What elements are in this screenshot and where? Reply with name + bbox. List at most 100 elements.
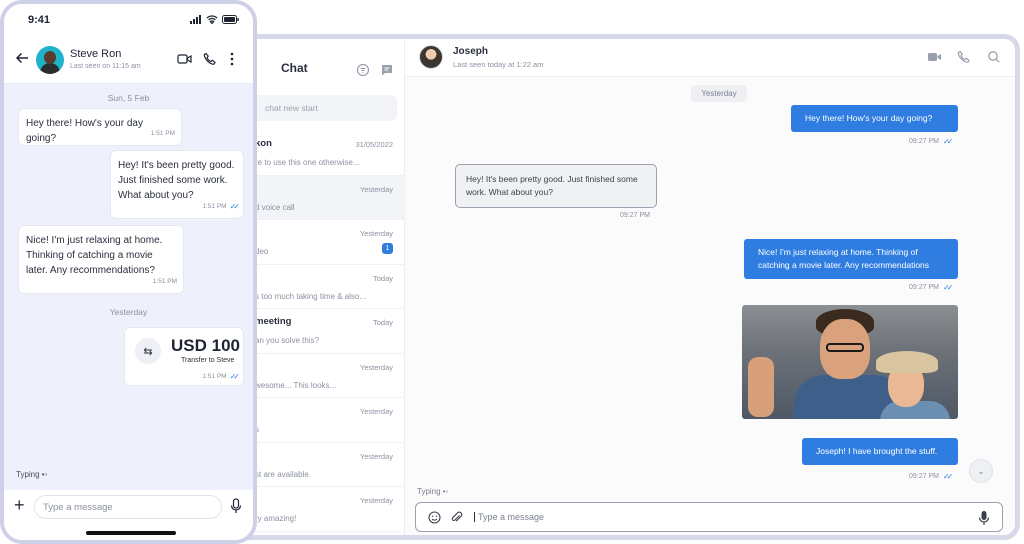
scroll-down-button[interactable]: ⌄ (969, 459, 993, 483)
chat-item-date: 31/05/2022 (355, 140, 393, 149)
chat-item-preview: re to use this one otherwise... (255, 158, 360, 167)
chat-item-preview: st are available. (255, 469, 312, 479)
avatar[interactable] (419, 45, 443, 69)
chat-item-date: Yesterday (359, 407, 393, 416)
message-time-text: 1:51 PM (202, 373, 227, 380)
chat-list-item[interactable]: d voice call Yesterday (237, 175, 405, 220)
message-time-text: 1:51 PM (202, 203, 227, 210)
chat-item-date: Yesterday (359, 362, 393, 372)
attach-icon[interactable] (450, 511, 463, 524)
incoming-message: Hey there! How's your day going? 1:51 PM (18, 108, 182, 146)
mobile-chat-actions (177, 52, 243, 66)
chat-list-panel: Chat chat new start kon re to use this o… (237, 39, 405, 535)
day-separator: Yesterday (109, 307, 148, 317)
mic-icon[interactable] (230, 498, 242, 514)
conversation-header: Joseph Last seen today at 1:22 am (405, 39, 1015, 77)
stage: Chat chat new start kon re to use this o… (0, 0, 1024, 544)
video-icon[interactable] (177, 52, 192, 66)
chat-list-item[interactable]: deo Yesterday 1 (237, 220, 405, 265)
chat-item-preview: wesome... This looks... (255, 380, 337, 390)
mic-icon[interactable] (978, 510, 990, 526)
transfer-amount: USD 100 (171, 336, 240, 355)
chat-list-item[interactable]: wesome... This looks... Yesterday (237, 354, 405, 398)
message-text: Nice! I'm just relaxing at home. Thinkin… (26, 235, 163, 276)
message-time: 09:27 PM ✓✓ (909, 137, 954, 146)
chat-list-item[interactable]: l s Yesterday (237, 398, 405, 443)
typing-label: Typing (417, 487, 441, 496)
outgoing-message: Hey! It's been pretty good. Just finishe… (110, 150, 244, 219)
image-attachment[interactable] (742, 305, 958, 419)
transfer-description: Transfer to Steve (181, 357, 235, 364)
chat-item-preview: deo (255, 247, 269, 256)
home-indicator (86, 531, 176, 535)
chat-list-item[interactable]: kon re to use this one otherwise... 31/0… (237, 131, 405, 176)
message-input[interactable]: Type a message (34, 495, 222, 519)
incoming-message: Hey! It's been pretty good. Just finishe… (455, 164, 657, 208)
chat-item-preview: s (255, 425, 259, 434)
message-time-text: 1:51 PM (150, 130, 175, 137)
message-time: 1:51 PM (151, 126, 175, 141)
outgoing-message: Hey there! How's your day going? (791, 105, 958, 132)
message-time: 1:51 PM (153, 274, 177, 289)
message-text: Hey there! How's your day going? (26, 118, 143, 144)
transfer-card[interactable]: ⇆ USD 100 Transfer to Steve 1:51 PM ✓✓ (124, 327, 244, 386)
message-time: 09:27 PM ✓✓ (909, 283, 954, 292)
message-time: 1:51 PM ✓✓ (202, 199, 240, 214)
chat-list-item[interactable]: ry amazing! Yesterday (237, 487, 405, 532)
contact-status: Last seen on 11:15 am (70, 63, 141, 70)
outgoing-message: Joseph! I have brought the stuff. (802, 438, 958, 465)
message-time: 09:27 PM (620, 212, 650, 219)
mobile-phone: 9:41 Steve Ron Last seen on 11:15 am Sun… (0, 0, 257, 544)
message-time-text: 09:27 PM (620, 212, 650, 219)
chat-item-preview: d voice call (255, 202, 295, 212)
message-time-text: 1:51 PM (152, 278, 177, 285)
chat-item-date: Yesterday (359, 229, 393, 238)
chat-item-date: Today (372, 318, 393, 327)
contact-name: Joseph (453, 46, 489, 57)
read-check-icon: ✓✓ (229, 372, 241, 381)
phone-icon[interactable] (957, 50, 971, 64)
input-placeholder: Type a message (43, 502, 113, 513)
message-time-text: 09:27 PM (909, 473, 939, 480)
chevron-down-icon: ⌄ (977, 465, 985, 476)
chat-list-item[interactable]: s too much taking time & also... Today (237, 265, 405, 309)
avatar[interactable] (36, 46, 64, 74)
chat-search-input[interactable]: chat new start (243, 95, 397, 121)
chat-item-preview: s too much taking time & also... (255, 291, 367, 301)
chat-list-item[interactable]: meeting an you solve this? Today (237, 309, 405, 354)
message-time-text: 09:27 PM (909, 284, 939, 291)
desktop-window: Chat chat new start kon re to use this o… (232, 34, 1020, 540)
day-separator: Sun, 5 Feb (107, 93, 150, 103)
chat-list-item[interactable]: st are available. Yesterday (237, 443, 405, 487)
status-icons (190, 15, 239, 24)
outgoing-message: Nice! I'm just relaxing at home. Thinkin… (744, 239, 958, 279)
status-bar: 9:41 (4, 4, 253, 38)
chat-item-date: Yesterday (359, 451, 393, 461)
emoji-icon[interactable] (428, 511, 441, 524)
filter-icon[interactable] (356, 63, 370, 77)
signal-icon (190, 15, 201, 24)
typing-label: Typing (16, 470, 40, 479)
chat-item-date: Today (372, 273, 393, 283)
message-time: 1:51 PM ✓✓ (202, 372, 241, 381)
video-icon[interactable] (927, 50, 941, 64)
search-icon[interactable] (987, 50, 1001, 64)
chat-list-actions (356, 63, 394, 77)
phone-icon[interactable] (203, 52, 217, 66)
search-placeholder: chat new start (265, 103, 318, 113)
mobile-input-bar: + Type a message (4, 490, 253, 540)
chat-list-title: Chat (281, 61, 308, 75)
more-icon[interactable] (229, 52, 243, 66)
conversation-actions (927, 50, 1001, 64)
conversation-panel: Joseph Last seen today at 1:22 am Yester… (405, 39, 1015, 535)
chat-item-date: Yesterday (359, 496, 393, 505)
new-chat-icon[interactable] (380, 63, 394, 77)
read-check-icon: ✓✓ (942, 472, 954, 481)
back-icon[interactable] (14, 50, 30, 66)
incoming-message: Nice! I'm just relaxing at home. Thinkin… (18, 225, 184, 294)
message-input[interactable]: Type a message (474, 512, 544, 522)
message-time: 09:27 PM ✓✓ (909, 472, 954, 481)
contact-status: Last seen today at 1:22 am (453, 60, 544, 69)
plus-icon[interactable]: + (14, 496, 28, 514)
message-text: Hey! It's been pretty good. Just finishe… (118, 160, 235, 201)
